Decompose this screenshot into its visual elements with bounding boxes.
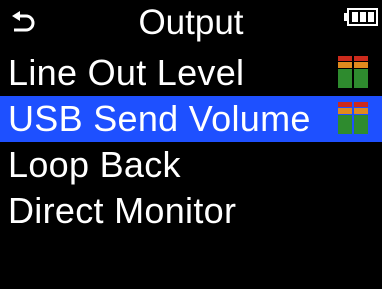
battery-icon xyxy=(344,8,378,26)
menu-item-line-out-level[interactable]: Line Out Level xyxy=(0,50,382,96)
level-meter-icon xyxy=(338,102,368,134)
menu-item-label: Direct Monitor xyxy=(8,190,237,231)
menu-item-loop-back[interactable]: Loop Back xyxy=(0,142,382,188)
page-title: Output xyxy=(138,3,244,42)
menu-list: Line Out Level USB Send Volume Loop Back… xyxy=(0,50,382,234)
menu-item-label: Line Out Level xyxy=(8,52,245,93)
level-meter-icon xyxy=(338,56,368,88)
menu-item-label: USB Send Volume xyxy=(8,98,311,139)
menu-item-usb-send-volume[interactable]: USB Send Volume xyxy=(0,96,382,142)
menu-item-direct-monitor[interactable]: Direct Monitor xyxy=(0,188,382,234)
header-bar: Output xyxy=(0,0,382,48)
menu-item-label: Loop Back xyxy=(8,144,181,185)
